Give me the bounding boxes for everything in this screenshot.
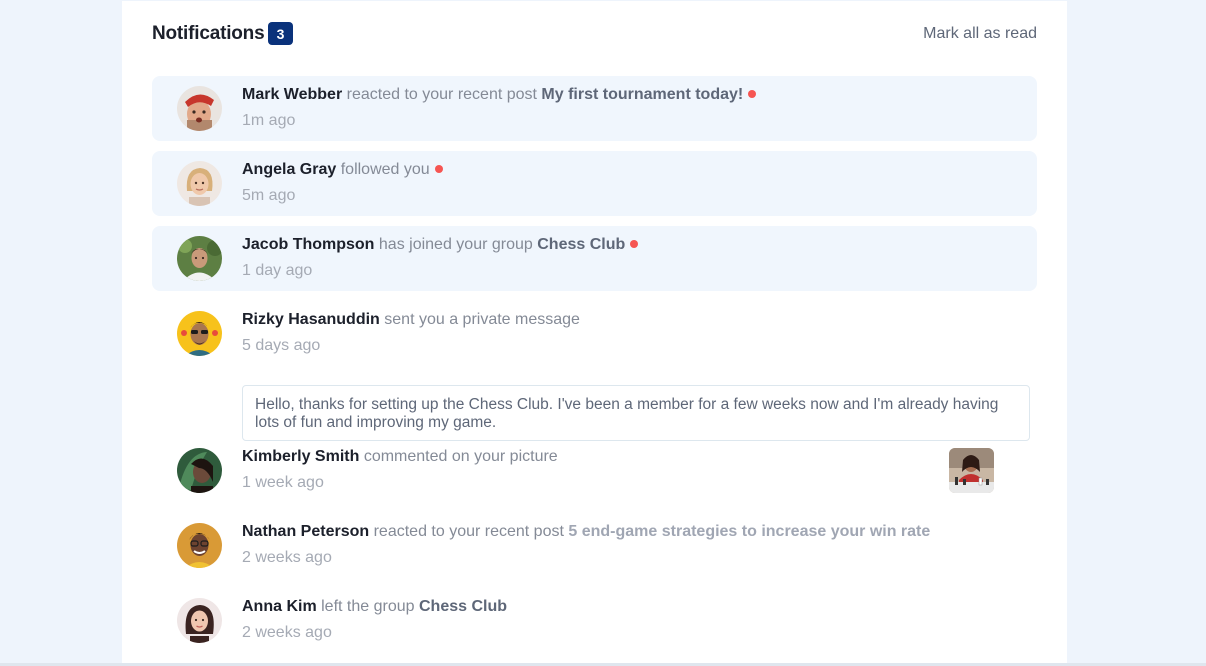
user-name[interactable]: Mark Webber — [242, 86, 342, 103]
avatar[interactable] — [177, 448, 222, 493]
unread-dot — [748, 89, 757, 98]
commented-picture[interactable] — [949, 448, 994, 493]
avatar-jacob-thompson-icon — [177, 236, 222, 281]
group-link[interactable]: Chess Club — [419, 598, 507, 615]
avatar-nathan-peterson-icon — [177, 523, 222, 568]
user-name[interactable]: Rizky Hasanuddin — [242, 311, 380, 328]
notifications-card: Notifications 3 Mark all as read Mark We… — [122, 1, 1067, 666]
notification-item[interactable]: Anna Kim left the group Chess Club 2 wee… — [152, 588, 1037, 653]
timestamp: 1 week ago — [242, 474, 324, 491]
notification-item[interactable]: Rizky Hasanuddin sent you a private mess… — [152, 301, 1037, 441]
avatar[interactable] — [177, 86, 222, 131]
action-text: reacted to your recent post — [373, 523, 564, 540]
notification-text: Mark Webber reacted to your recent post … — [242, 86, 757, 104]
unread-count-badge: 3 — [268, 22, 293, 45]
timestamp: 5 days ago — [242, 337, 321, 354]
notification-item[interactable]: Angela Gray followed you 5m ago — [152, 151, 1037, 216]
avatar-rizky-hasanuddin-icon — [177, 311, 222, 356]
avatar-anna-kim-icon — [177, 598, 222, 643]
notification-text: Anna Kim left the group Chess Club — [242, 598, 507, 616]
post-link[interactable]: My first tournament today! — [541, 86, 743, 103]
avatar[interactable] — [177, 161, 222, 206]
group-link[interactable]: Chess Club — [537, 236, 625, 253]
notification-item[interactable]: Mark Webber reacted to your recent post … — [152, 76, 1037, 141]
timestamp: 5m ago — [242, 187, 296, 204]
timestamp: 2 weeks ago — [242, 549, 332, 566]
timestamp: 1 day ago — [242, 262, 313, 279]
avatar-angela-gray-icon — [177, 161, 222, 206]
avatar-mark-webber-icon — [177, 86, 222, 131]
private-message[interactable]: Hello, thanks for setting up the Chess C… — [242, 385, 1030, 441]
chess-picture-icon — [949, 448, 994, 493]
action-text: has joined your group — [378, 236, 533, 253]
avatar[interactable] — [177, 236, 222, 281]
post-link[interactable]: 5 end-game strategies to increase your w… — [568, 523, 930, 540]
notification-item[interactable]: Jacob Thompson has joined your group Che… — [152, 226, 1037, 291]
action-text: reacted to your recent post — [346, 86, 537, 103]
user-name[interactable]: Angela Gray — [242, 161, 336, 178]
action-text: followed you — [340, 161, 430, 178]
notification-text: Nathan Peterson reacted to your recent p… — [242, 523, 930, 541]
user-name[interactable]: Nathan Peterson — [242, 523, 369, 540]
timestamp: 1m ago — [242, 112, 296, 129]
notification-item[interactable]: Kimberly Smith commented on your picture… — [152, 438, 1037, 503]
avatar[interactable] — [177, 598, 222, 643]
action-text: left the group — [321, 598, 415, 615]
user-name[interactable]: Anna Kim — [242, 598, 317, 615]
page-title: Notifications — [152, 23, 265, 44]
notification-text: Rizky Hasanuddin sent you a private mess… — [242, 311, 580, 329]
avatar[interactable] — [177, 311, 222, 356]
notification-text: Kimberly Smith commented on your picture — [242, 448, 558, 466]
notification-text: Jacob Thompson has joined your group Che… — [242, 236, 639, 254]
unread-dot — [434, 164, 443, 173]
user-name[interactable]: Jacob Thompson — [242, 236, 374, 253]
notification-text: Angela Gray followed you — [242, 161, 443, 179]
user-name[interactable]: Kimberly Smith — [242, 448, 359, 465]
action-text: sent you a private message — [384, 311, 580, 328]
avatar[interactable] — [177, 523, 222, 568]
avatar-kimberly-smith-icon — [177, 448, 222, 493]
timestamp: 2 weeks ago — [242, 624, 332, 641]
action-text: commented on your picture — [363, 448, 558, 465]
notifications-header: Notifications 3 Mark all as read — [152, 21, 1037, 49]
notification-item[interactable]: Nathan Peterson reacted to your recent p… — [152, 513, 1037, 578]
unread-dot — [630, 239, 639, 248]
mark-all-read-button[interactable]: Mark all as read — [923, 25, 1037, 43]
